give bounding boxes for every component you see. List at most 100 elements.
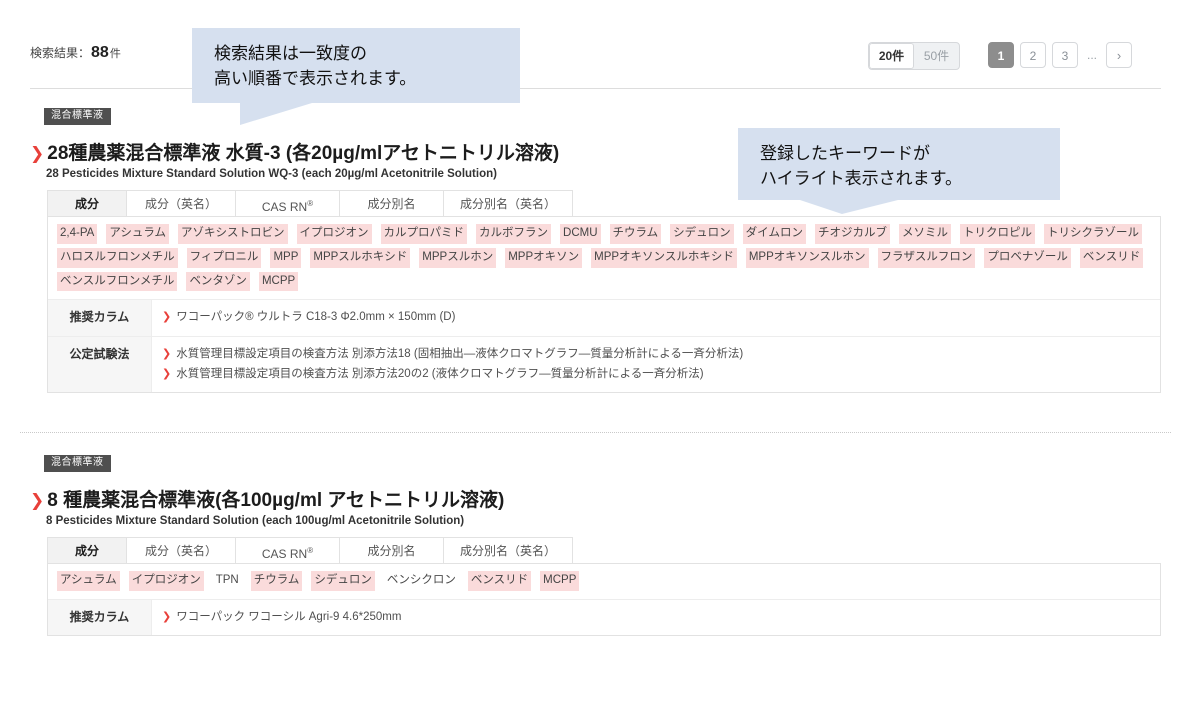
tab-composition-en[interactable]: 成分（英名） xyxy=(126,190,236,216)
composition-tag: カルボフラン xyxy=(476,224,552,244)
composition-tag: プロベナゾール xyxy=(984,247,1071,268)
composition-tag: MPPオキソンスルホキシド xyxy=(591,247,737,268)
composition-tag-area: アシュラム イプロジオン TPN チウラム シデュロン ベンシクロン ベンスリド MCPP xyxy=(48,564,1160,600)
detail-link-label: 水質管理目標設定項目の検査方法 別添方法20の2 (液体クロマトグラフ—質量分析… xyxy=(176,367,704,380)
result-separator xyxy=(20,432,1171,433)
composition-tag: DCMU xyxy=(560,224,601,244)
detail-link[interactable]: ❯ 水質管理目標設定項目の検査方法 別添方法20の2 (液体クロマトグラフ—質量分… xyxy=(162,364,1150,384)
composition-tag: フラザスルフロン xyxy=(877,247,976,268)
result-title-ja[interactable]: 28種農薬混合標準液 水質-3 (各20µg/mlアセトニトリル溶液) xyxy=(47,138,559,165)
page-button-1[interactable]: 1 xyxy=(988,42,1014,68)
callout-keyword-highlight-text: 登録したキーワードが ハイライト表示されます。 xyxy=(760,144,962,188)
tab-alias[interactable]: 成分別名 xyxy=(339,537,444,563)
composition-tag: イプロジオン xyxy=(296,224,372,244)
tab-composition[interactable]: 成分 xyxy=(47,190,127,216)
status-badge: 混合標準液 xyxy=(44,108,111,125)
composition-tag: MCPP xyxy=(540,571,580,591)
composition-tag: ベンタゾン xyxy=(186,271,250,292)
tab-composition-en[interactable]: 成分（英名） xyxy=(126,537,236,563)
per-page-switch[interactable]: 20件 50件 xyxy=(868,42,960,70)
result-title-ja[interactable]: 8 種農薬混合標準液(各100µg/ml アセトニトリル溶液) xyxy=(47,485,504,512)
arrow-right-icon: ❯ xyxy=(162,347,172,360)
arrow-right-icon: ❯ xyxy=(162,311,172,324)
composition-tag: チウラム xyxy=(250,571,303,591)
tab-cas-rn[interactable]: CAS RN® xyxy=(235,537,340,563)
result-title-row[interactable]: ❯ 28種農薬混合標準液 水質-3 (各20µg/mlアセトニトリル溶液) xyxy=(30,138,559,165)
detail-row-label: 推奨カラム xyxy=(48,599,152,636)
composition-tag: トリシクラゾール xyxy=(1043,224,1142,244)
composition-tag-list: 2,4-PA アシュラム アゾキシストロビン イプロジオン カルプロパミド カルボフラン D… xyxy=(57,224,1151,292)
result-count-label: 検索結果： xyxy=(30,46,91,60)
result-count-number: 88 xyxy=(91,44,109,61)
detail-tabs[interactable]: 成分 成分（英名） CAS RN® 成分別名 成分別名（英名） xyxy=(47,190,573,216)
result-title-row[interactable]: ❯ 8 種農薬混合標準液(各100µg/ml アセトニトリル溶液) xyxy=(30,485,504,512)
composition-tag: ベンスルフロンメチル xyxy=(57,271,178,292)
detail-link[interactable]: ❯ ワコーパック® ウルトラ C18-3 Φ2.0mm × 150mm (D) xyxy=(162,307,1150,327)
detail-row: 推奨カラム ❯ ワコーパック® ウルトラ C18-3 Φ2.0mm × 150mm … xyxy=(48,300,1160,336)
per-page-option-20[interactable]: 20件 xyxy=(869,43,914,69)
composition-tag: MPPオキソンスルホン xyxy=(745,247,869,268)
composition-tag: アゾキシストロビン xyxy=(178,224,288,244)
tab-alias-en[interactable]: 成分別名（英名） xyxy=(443,537,573,563)
composition-tag: フィプロニル xyxy=(186,247,262,268)
per-page-option-50[interactable]: 50件 xyxy=(914,43,959,69)
composition-tag: ベンシクロン xyxy=(386,574,456,586)
tab-composition[interactable]: 成分 xyxy=(47,537,127,563)
composition-tag-area: 2,4-PA アシュラム アゾキシストロビン イプロジオン カルプロパミド カルボフラン D… xyxy=(48,217,1160,301)
registered-icon: ® xyxy=(307,199,314,208)
page-button-2[interactable]: 2 xyxy=(1020,42,1046,68)
search-results-page: 検索結果：88件 20件 50件 1 2 3 ... › 混合標準液 ❯ 28種… xyxy=(0,0,1191,702)
composition-tag: ベンスリド xyxy=(467,571,532,591)
composition-tag: ダイムロン xyxy=(742,224,806,244)
page-button-3[interactable]: 3 xyxy=(1052,42,1078,68)
tab-alias-en[interactable]: 成分別名（英名） xyxy=(443,190,573,216)
tab-cas-rn-label: CAS RN xyxy=(261,200,308,214)
composition-tag: メソミル xyxy=(898,224,951,244)
tab-cas-rn[interactable]: CAS RN® xyxy=(235,190,340,216)
callout-tail xyxy=(240,103,312,125)
tab-alias[interactable]: 成分別名 xyxy=(339,190,444,216)
result-title-en: 28 Pesticides Mixture Standard Solution … xyxy=(46,168,497,180)
composition-tag: トリクロピル xyxy=(959,224,1035,244)
composition-tag: カルプロパミド xyxy=(380,224,468,244)
arrow-right-icon: ❯ xyxy=(162,367,172,380)
detail-row: 推奨カラム ❯ ワコーパック ワコーシル Agri-9 4.6*250mm xyxy=(48,599,1160,636)
next-page-icon[interactable]: › xyxy=(1106,42,1132,68)
composition-tag: イプロジオン xyxy=(128,571,204,591)
composition-tag: シデュロン xyxy=(670,224,734,244)
detail-rows: 推奨カラム ❯ ワコーパック® ウルトラ C18-3 Φ2.0mm × 150mm … xyxy=(48,300,1160,393)
composition-tag: MPPスルホン xyxy=(419,247,497,268)
composition-tag: MPP xyxy=(270,247,302,268)
result-count-unit: 件 xyxy=(109,48,121,60)
composition-tag-list: アシュラム イプロジオン TPN チウラム シデュロン ベンシクロン ベンスリド MCPP xyxy=(57,571,1151,591)
detail-link-label: ワコーパック ワコーシル Agri-9 4.6*250mm xyxy=(176,610,402,623)
composition-tag: ベンスリド xyxy=(1079,247,1144,268)
composition-tag: シデュロン xyxy=(311,571,375,591)
pagination[interactable]: 1 2 3 ... › xyxy=(988,42,1132,68)
result-title-en: 8 Pesticides Mixture Standard Solution (… xyxy=(46,515,465,527)
detail-link-label: 水質管理目標設定項目の検査方法 別添方法18 (固相抽出—液体クロマトグラフ—質… xyxy=(176,347,744,360)
detail-row-label: 公定試験法 xyxy=(48,336,152,393)
detail-row: 公定試験法 ❯ 水質管理目標設定項目の検査方法 別添方法18 (固相抽出—液体クロマ… xyxy=(48,335,1160,393)
detail-link[interactable]: ❯ ワコーパック ワコーシル Agri-9 4.6*250mm xyxy=(162,607,1150,627)
chevron-right-icon[interactable]: ❯ xyxy=(30,145,44,162)
detail-row-body: ❯ 水質管理目標設定項目の検査方法 別添方法18 (固相抽出—液体クロマトグラフ—… xyxy=(152,337,1160,393)
detail-row-body: ❯ ワコーパック® ウルトラ C18-3 Φ2.0mm × 150mm (D) xyxy=(152,300,1160,335)
composition-tag: アシュラム xyxy=(57,571,120,591)
result-count: 検索結果：88件 xyxy=(30,44,121,62)
composition-tag: チオジカルブ xyxy=(814,224,890,244)
detail-link-label: ワコーパック® ウルトラ C18-3 Φ2.0mm × 150mm (D) xyxy=(176,311,456,324)
chevron-right-icon[interactable]: ❯ xyxy=(30,492,44,509)
composition-tag: MPPスルホキシド xyxy=(310,247,411,268)
callout-sort-order: 検索結果は一致度の 高い順番で表示されます。 xyxy=(192,28,520,125)
detail-link[interactable]: ❯ 水質管理目標設定項目の検査方法 別添方法18 (固相抽出—液体クロマトグラフ—… xyxy=(162,344,1150,364)
detail-panel: 2,4-PA アシュラム アゾキシストロビン イプロジオン カルプロパミド カルボフラン D… xyxy=(47,216,1161,394)
callout-keyword-highlight: 登録したキーワードが ハイライト表示されます。 xyxy=(738,128,1060,214)
status-badge: 混合標準液 xyxy=(44,455,111,472)
composition-tag: アシュラム xyxy=(106,224,170,244)
composition-tag: MCPP xyxy=(258,271,299,292)
detail-tabs[interactable]: 成分 成分（英名） CAS RN® 成分別名 成分別名（英名） xyxy=(47,537,573,563)
tab-cas-rn-label: CAS RN xyxy=(261,547,308,561)
arrow-right-icon: ❯ xyxy=(162,610,172,623)
composition-tag: ハロスルフロンメチル xyxy=(57,247,178,268)
